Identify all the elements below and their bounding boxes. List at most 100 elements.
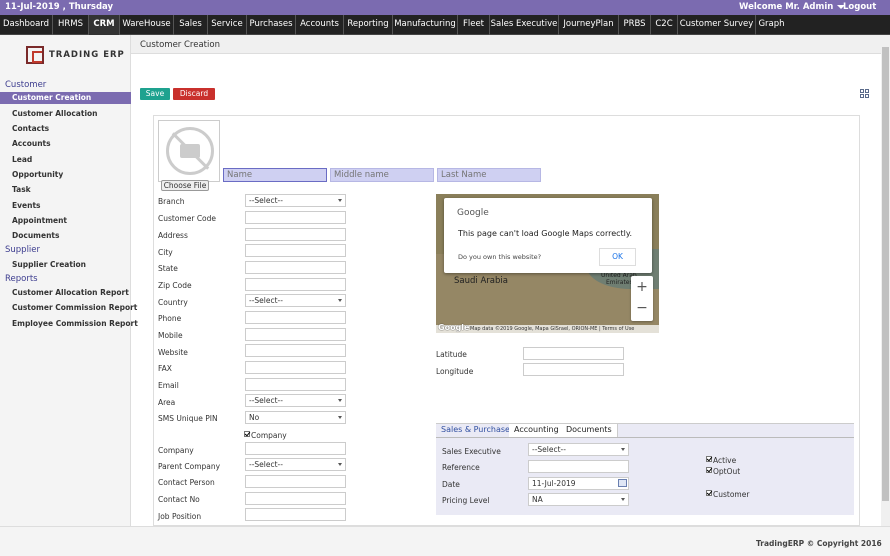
nav-graph[interactable]: Graph xyxy=(755,15,787,35)
nav-prbs[interactable]: PRBS xyxy=(618,15,650,35)
sidebar-item-accounts[interactable]: Accounts xyxy=(12,139,51,148)
map-ok-button[interactable]: OK xyxy=(599,248,636,266)
no-photo-icon xyxy=(166,127,214,175)
tab-sales-purchase[interactable]: Sales & Purchase xyxy=(436,424,516,437)
active-checkbox[interactable] xyxy=(706,456,712,462)
job-position-input[interactable] xyxy=(245,508,346,521)
sidebar-item-documents[interactable]: Documents xyxy=(12,231,59,240)
address-input[interactable] xyxy=(245,228,346,241)
sidebar-item-events[interactable]: Events xyxy=(12,201,41,210)
sidebar-item-supplier-creation[interactable]: Supplier Creation xyxy=(12,260,86,269)
customer-code-input[interactable] xyxy=(245,211,346,224)
tab-documents[interactable]: Documents xyxy=(561,424,618,437)
sms-pin-select[interactable]: No xyxy=(245,411,346,424)
mobile-input[interactable] xyxy=(245,328,346,341)
customer-code-label: Customer Code xyxy=(158,214,217,223)
company-checkbox[interactable] xyxy=(244,431,250,437)
google-brand: Google xyxy=(457,208,489,218)
sidebar-item-lead[interactable]: Lead xyxy=(12,155,32,164)
sidebar-item-customer-allocation-report[interactable]: Customer Allocation Report xyxy=(12,288,129,297)
mobile-label: Mobile xyxy=(158,331,183,340)
customer-photo xyxy=(158,120,220,182)
grid-view-icon[interactable] xyxy=(860,89,870,99)
nav-accounts[interactable]: Accounts xyxy=(295,15,343,35)
longitude-input[interactable] xyxy=(523,363,624,376)
contact-no-input[interactable] xyxy=(245,492,346,505)
website-input[interactable] xyxy=(245,344,346,357)
nav-reporting[interactable]: Reporting xyxy=(343,15,392,35)
save-button[interactable]: Save xyxy=(140,88,170,100)
sales-executive-label: Sales Executive xyxy=(442,447,501,456)
copyright-text: TradingERP © Copyright 2016 xyxy=(756,539,882,548)
country-select[interactable]: --Select-- xyxy=(245,294,346,307)
sales-executive-select[interactable]: --Select-- xyxy=(528,443,629,456)
reference-input[interactable] xyxy=(528,460,629,473)
sidebar: TRADING ERP Customer Customer Creation C… xyxy=(0,35,138,526)
nav-service[interactable]: Service xyxy=(207,15,246,35)
city-input[interactable] xyxy=(245,244,346,257)
sidebar-item-employee-commission-report[interactable]: Employee Commission Report xyxy=(12,319,138,328)
area-select[interactable]: --Select-- xyxy=(245,394,346,407)
branch-select[interactable]: --Select-- xyxy=(245,194,346,207)
customer-checkbox[interactable] xyxy=(706,490,712,496)
choose-file-button[interactable]: Choose File xyxy=(161,180,209,191)
nav-sales[interactable]: Sales xyxy=(173,15,207,35)
nav-purchases[interactable]: Purchases xyxy=(246,15,295,35)
tab-accounting[interactable]: Accounting xyxy=(509,424,565,437)
sidebar-item-customer-creation[interactable]: Customer Creation xyxy=(0,92,131,104)
nav-c2c[interactable]: C2C xyxy=(650,15,677,35)
state-label: State xyxy=(158,264,178,273)
nav-fleet[interactable]: Fleet xyxy=(457,15,489,35)
welcome-text: Welcome Mr. Admin xyxy=(739,2,834,12)
first-name-input[interactable] xyxy=(223,168,327,182)
map-zoom-control: + − xyxy=(631,276,653,321)
sidebar-item-appointment[interactable]: Appointment xyxy=(12,216,67,225)
discard-button[interactable]: Discard xyxy=(173,88,215,100)
city-label: City xyxy=(158,248,173,257)
sidebar-item-opportunity[interactable]: Opportunity xyxy=(12,170,63,179)
nav-hrms[interactable]: HRMS xyxy=(52,15,88,35)
customer-label: Customer xyxy=(713,490,750,499)
fax-input[interactable] xyxy=(245,361,346,374)
latitude-input[interactable] xyxy=(523,347,624,360)
date-input[interactable]: 11-Jul-2019 xyxy=(528,477,629,490)
contact-no-label: Contact No xyxy=(158,495,200,504)
calendar-icon[interactable] xyxy=(618,479,627,487)
optout-checkbox[interactable] xyxy=(706,467,712,473)
sidebar-item-contacts[interactable]: Contacts xyxy=(12,124,49,133)
pricing-level-select[interactable]: NA xyxy=(528,493,629,506)
nav-journeyplan[interactable]: JourneyPlan xyxy=(558,15,618,35)
contact-person-input[interactable] xyxy=(245,475,346,488)
nav-manufacturing[interactable]: Manufacturing xyxy=(392,15,457,35)
map-error-dialog: Google This page can't load Google Maps … xyxy=(444,198,652,273)
nav-dashboard[interactable]: Dashboard xyxy=(0,15,52,35)
sidebar-item-customer-commission-report[interactable]: Customer Commission Report xyxy=(12,303,137,312)
scrollbar-thumb[interactable] xyxy=(882,47,889,501)
nav-crm[interactable]: CRM xyxy=(88,15,119,35)
state-input[interactable] xyxy=(245,261,346,274)
page-title: Customer Creation xyxy=(140,40,220,50)
nav-warehouse[interactable]: WareHouse xyxy=(119,15,173,35)
email-input[interactable] xyxy=(245,378,346,391)
parent-company-select[interactable]: --Select-- xyxy=(245,458,346,471)
latitude-label: Latitude xyxy=(436,350,467,359)
vertical-scrollbar[interactable] xyxy=(881,35,890,526)
phone-input[interactable] xyxy=(245,311,346,324)
nav-sales-executive[interactable]: Sales Executive xyxy=(489,15,558,35)
sidebar-item-task[interactable]: Task xyxy=(12,185,31,194)
sidebar-head-supplier: Supplier xyxy=(5,245,41,255)
zip-code-label: Zip Code xyxy=(158,281,192,290)
logout-link[interactable]: Logout xyxy=(843,2,876,12)
map-view[interactable]: Saudi Arabia United Arab Emirates Google… xyxy=(436,194,659,333)
zoom-out-button[interactable]: − xyxy=(631,298,653,318)
sidebar-head-customer: Customer xyxy=(5,80,47,90)
last-name-input[interactable] xyxy=(437,168,541,182)
sidebar-item-customer-allocation[interactable]: Customer Allocation xyxy=(12,109,98,118)
nav-customer-survey[interactable]: Customer Survey xyxy=(677,15,755,35)
user-menu[interactable]: Welcome Mr. Admin xyxy=(739,2,846,12)
middle-name-input[interactable] xyxy=(330,168,434,182)
map-error-message: This page can't load Google Maps correct… xyxy=(458,229,633,238)
zoom-in-button[interactable]: + xyxy=(631,277,653,297)
zip-code-input[interactable] xyxy=(245,278,346,291)
company-input[interactable] xyxy=(245,442,346,455)
